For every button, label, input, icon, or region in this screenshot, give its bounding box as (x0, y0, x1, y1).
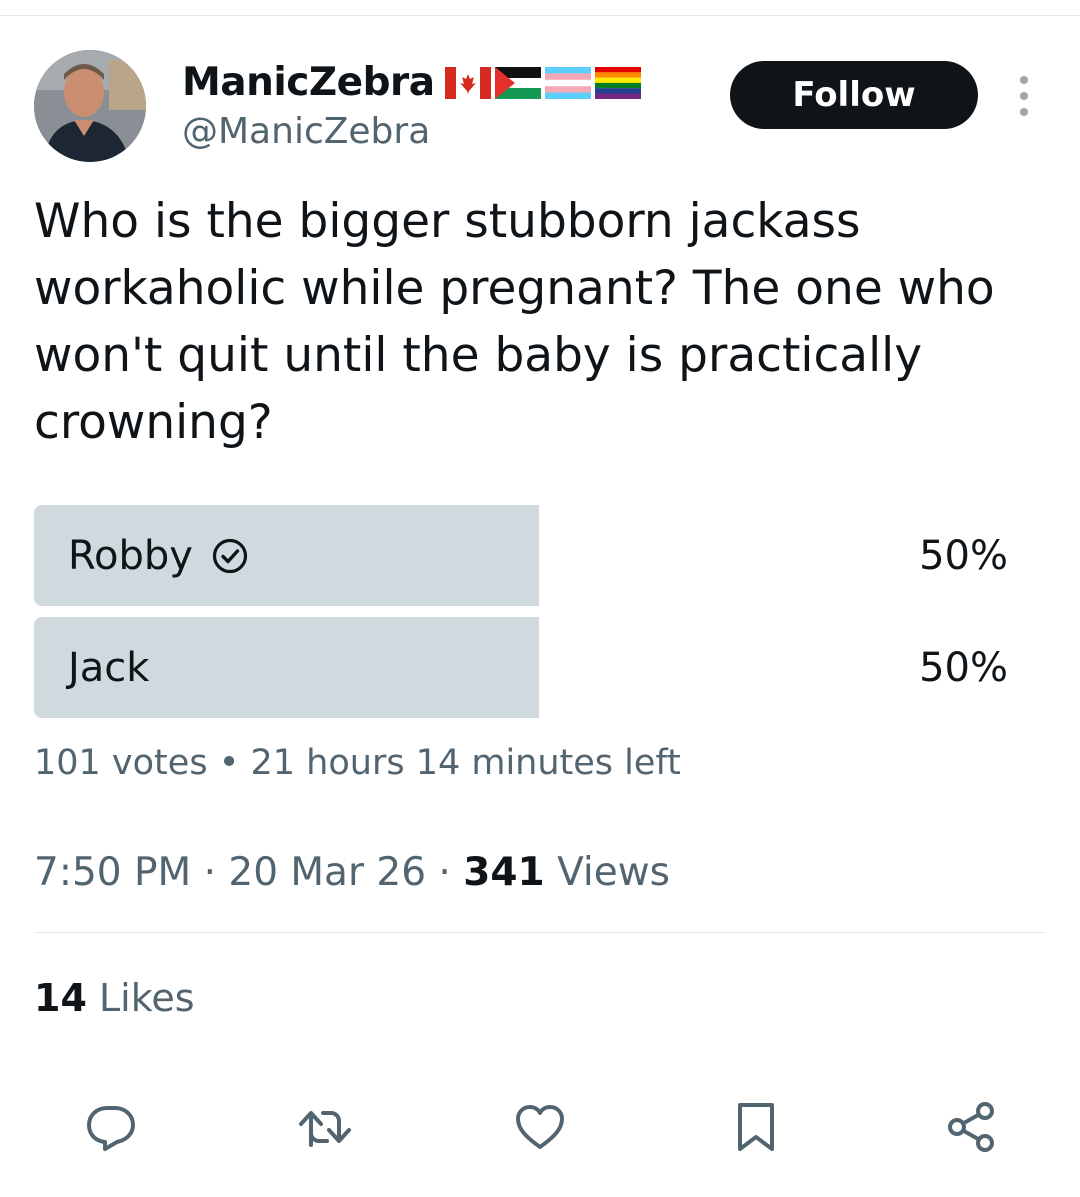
likes-label: Likes (98, 976, 195, 1020)
action-bar (0, 1095, 1080, 1159)
poll-votes: 101 votes (34, 743, 208, 783)
poll-option-label-row: Jack (68, 645, 149, 691)
display-name[interactable]: ManicZebra (182, 60, 435, 106)
share-icon[interactable] (939, 1095, 1003, 1159)
handle[interactable]: @ManicZebra (182, 110, 430, 154)
timestamp-separator: · (438, 850, 451, 895)
likes-count: 14 (34, 976, 87, 1020)
poll-separator: • (218, 743, 240, 783)
poll-option-percent: 50% (919, 532, 1008, 579)
more-vertical-icon[interactable] (1010, 76, 1038, 116)
bookmark-icon-svg (738, 1103, 774, 1151)
more-dot (1020, 92, 1028, 100)
tweet-time[interactable]: 7:50 PM (34, 850, 191, 895)
share-icon-svg (948, 1102, 994, 1152)
likes-stat[interactable]: 14 Likes (34, 976, 195, 1020)
pride-flag-icon (594, 67, 641, 99)
display-name-row[interactable]: ManicZebra (182, 60, 641, 106)
profile-photo-image (34, 50, 146, 162)
tweet-text: Who is the bigger stubborn jackass worka… (34, 194, 995, 450)
poll-option-label-row: Robby (68, 533, 249, 579)
top-divider (0, 15, 1080, 16)
reply-icon[interactable] (79, 1095, 143, 1159)
like-icon-svg (516, 1105, 564, 1149)
reply-icon-svg (87, 1106, 135, 1151)
tweet-page: ManicZebra @ManicZebra Follow Who is the… (0, 0, 1080, 1197)
retweet-icon[interactable] (293, 1095, 357, 1159)
poll-time-left: 21 hours 14 minutes left (250, 743, 681, 783)
poll-option-label: Robby (68, 532, 193, 579)
tweet-timestamp: 7:50 PM · 20 Mar 26 · 341 Views (34, 850, 670, 895)
poll-meta: 101 votes • 21 hours 14 minutes left (34, 743, 681, 783)
retweet-icon-svg (299, 1111, 351, 1147)
flag-emojis (444, 67, 641, 99)
timestamp-separator: · (203, 850, 216, 895)
views-count: 341 (463, 850, 545, 895)
views-label: Views (557, 850, 670, 895)
bookmark-icon[interactable] (724, 1095, 788, 1159)
poll-option: Jack 50% (34, 617, 1044, 718)
poll-option-label: Jack (68, 644, 150, 691)
more-dot (1020, 76, 1028, 84)
transgender-flag-icon (544, 67, 591, 99)
like-icon[interactable] (508, 1095, 572, 1159)
tweet-date[interactable]: 20 Mar 26 (228, 850, 426, 895)
avatar[interactable] (34, 50, 146, 162)
poll-option-percent: 50% (919, 644, 1008, 691)
canada-flag-icon (444, 67, 491, 99)
palestine-flag-icon (494, 67, 541, 99)
follow-button[interactable]: Follow (730, 61, 978, 129)
more-dot (1020, 108, 1028, 116)
check-circle-icon (212, 538, 248, 573)
poll-option: Robby 50% (34, 505, 1044, 606)
stats-divider (34, 932, 1046, 933)
